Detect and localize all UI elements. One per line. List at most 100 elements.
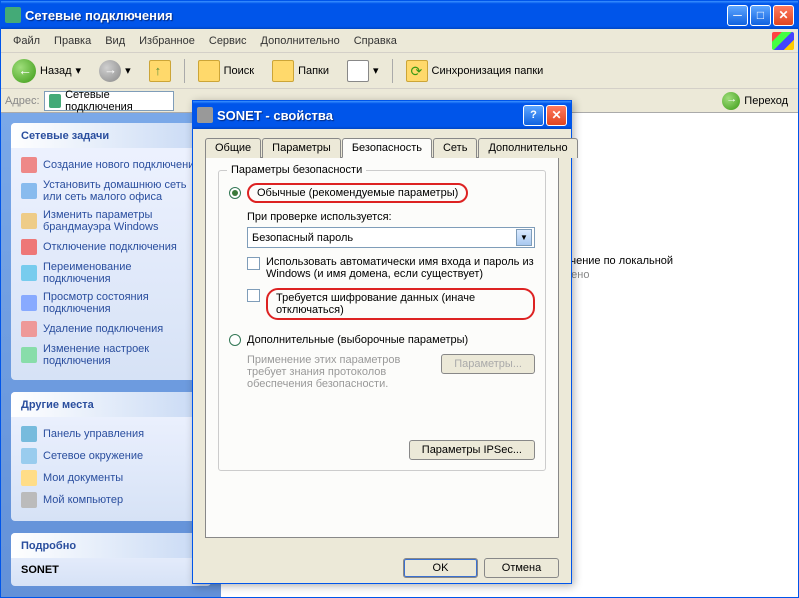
select-value: Безопасный пароль — [252, 232, 353, 244]
folders-icon — [272, 60, 294, 82]
other-places-header[interactable]: Другие места ⊙ — [11, 392, 211, 417]
help-button[interactable]: ? — [523, 105, 544, 126]
task-status[interactable]: Просмотр состояния подключения — [21, 288, 201, 318]
checkbox-encrypt-row[interactable]: Требуется шифрование данных (иначе отклю… — [247, 288, 535, 320]
task-icon — [21, 295, 37, 311]
task-home-network[interactable]: Установить домашнюю сеть или сеть малого… — [21, 176, 201, 206]
place-icon — [21, 426, 37, 442]
task-settings[interactable]: Изменение настроек подключения — [21, 340, 201, 370]
forward-button[interactable]: ▾ — [92, 56, 138, 86]
advanced-note: Применение этих параметров требует знани… — [247, 354, 431, 390]
place-network[interactable]: Сетевое окружение — [21, 445, 201, 467]
ipsec-button[interactable]: Параметры IPSec... — [409, 440, 535, 460]
tab-advanced[interactable]: Дополнительно — [478, 138, 577, 158]
menu-advanced[interactable]: Дополнительно — [255, 32, 346, 50]
sync-icon — [406, 60, 428, 82]
menu-edit[interactable]: Правка — [48, 32, 97, 50]
go-button[interactable]: Переход — [716, 90, 794, 112]
other-places-panel: Другие места ⊙ Панель управления Сетевое… — [11, 392, 211, 521]
task-disconnect[interactable]: Отключение подключения — [21, 236, 201, 258]
address-value: Сетевые подключения — [65, 89, 168, 113]
search-icon — [198, 60, 220, 82]
menu-favorites[interactable]: Избранное — [133, 32, 201, 50]
up-button[interactable] — [142, 56, 178, 86]
separator — [184, 59, 185, 83]
folders-label: Папки — [298, 65, 329, 77]
dropdown-icon: ▼ — [516, 229, 532, 246]
checkbox-auto-row[interactable]: Использовать автоматически имя входа и п… — [247, 256, 535, 280]
radio-advanced-label: Дополнительные (выборочные параметры) — [247, 334, 468, 346]
dialog-icon — [197, 107, 213, 123]
checkbox-encrypt[interactable] — [247, 289, 260, 302]
search-label: Поиск — [224, 65, 254, 77]
sync-label: Синхронизация папки — [432, 65, 544, 77]
cancel-button[interactable]: Отмена — [484, 558, 559, 578]
task-icon — [21, 239, 37, 255]
menu-file[interactable]: Файл — [7, 32, 46, 50]
task-icon — [21, 213, 37, 229]
tab-general[interactable]: Общие — [205, 138, 261, 158]
place-control-panel[interactable]: Панель управления — [21, 423, 201, 445]
details-header[interactable]: Подробно ⊙ — [11, 533, 211, 558]
ok-button[interactable]: OK — [403, 558, 478, 578]
go-icon — [722, 92, 740, 110]
tab-options[interactable]: Параметры — [262, 138, 341, 158]
tab-security[interactable]: Безопасность — [342, 138, 432, 158]
groupbox-legend: Параметры безопасности — [227, 164, 366, 176]
close-button[interactable]: ✕ — [773, 5, 794, 26]
menu-view[interactable]: Вид — [99, 32, 131, 50]
radio-advanced-row[interactable]: Дополнительные (выборочные параметры) — [229, 334, 535, 346]
checkbox-auto[interactable] — [247, 257, 260, 270]
forward-icon — [99, 60, 121, 82]
windows-flag-icon — [772, 32, 794, 50]
radio-typical-row[interactable]: Обычные (рекомендуемые параметры) — [229, 183, 535, 203]
back-label: Назад — [40, 65, 72, 77]
tab-network[interactable]: Сеть — [433, 138, 477, 158]
validate-label: При проверке используется: — [247, 211, 535, 223]
place-icon — [21, 492, 37, 508]
dialog-titlebar: SONET - свойства ? ✕ — [193, 101, 571, 129]
menubar: Файл Правка Вид Избранное Сервис Дополни… — [1, 29, 798, 53]
chevron-down-icon: ▾ — [125, 64, 131, 77]
search-button[interactable]: Поиск — [191, 56, 261, 86]
viewmode-button[interactable]: ▾ — [340, 56, 386, 86]
radio-advanced[interactable] — [229, 334, 241, 346]
task-rename[interactable]: Переименование подключения — [21, 258, 201, 288]
minimize-button[interactable]: ─ — [727, 5, 748, 26]
up-icon — [149, 60, 171, 82]
address-input[interactable]: Сетевые подключения — [44, 91, 174, 111]
params-button: Параметры... — [441, 354, 535, 374]
properties-dialog: SONET - свойства ? ✕ Общие Параметры Без… — [192, 100, 572, 584]
panel-title: Другие места — [21, 399, 94, 411]
task-icon — [21, 265, 37, 281]
place-documents[interactable]: Мои документы — [21, 467, 201, 489]
checkbox-encrypt-label: Требуется шифрование данных (иначе отклю… — [266, 288, 535, 320]
toolbar: Назад ▾ ▾ Поиск Папки ▾ Синхронизация па… — [1, 53, 798, 89]
dialog-close-button[interactable]: ✕ — [546, 105, 567, 126]
address-label: Адрес: — [5, 95, 40, 107]
panel-title: Подробно — [21, 540, 76, 552]
folders-button[interactable]: Папки — [265, 56, 336, 86]
radio-typical[interactable] — [229, 187, 241, 199]
back-button[interactable]: Назад ▾ — [5, 55, 88, 87]
place-computer[interactable]: Мой компьютер — [21, 489, 201, 511]
radio-typical-label: Обычные (рекомендуемые параметры) — [247, 183, 468, 203]
sync-button[interactable]: Синхронизация папки — [399, 56, 551, 86]
sidebar: Сетевые задачи ⊙ Создание нового подключ… — [1, 113, 221, 597]
task-delete[interactable]: Удаление подключения — [21, 318, 201, 340]
separator — [392, 59, 393, 83]
dialog-title: SONET - свойства — [217, 108, 523, 123]
task-firewall[interactable]: Изменить параметры брандмауэра Windows — [21, 206, 201, 236]
validate-select[interactable]: Безопасный пароль ▼ — [247, 227, 535, 248]
network-tasks-header[interactable]: Сетевые задачи ⊙ — [11, 123, 211, 148]
go-label: Переход — [744, 95, 788, 107]
network-icon — [49, 94, 62, 108]
panel-title: Сетевые задачи — [21, 130, 109, 142]
menu-help[interactable]: Справка — [348, 32, 403, 50]
maximize-button[interactable]: □ — [750, 5, 771, 26]
menu-service[interactable]: Сервис — [203, 32, 253, 50]
chevron-down-icon: ▾ — [373, 64, 379, 77]
checkbox-auto-label: Использовать автоматически имя входа и п… — [266, 256, 535, 280]
chevron-down-icon: ▾ — [76, 64, 82, 77]
task-new-connection[interactable]: Создание нового подключения — [21, 154, 201, 176]
